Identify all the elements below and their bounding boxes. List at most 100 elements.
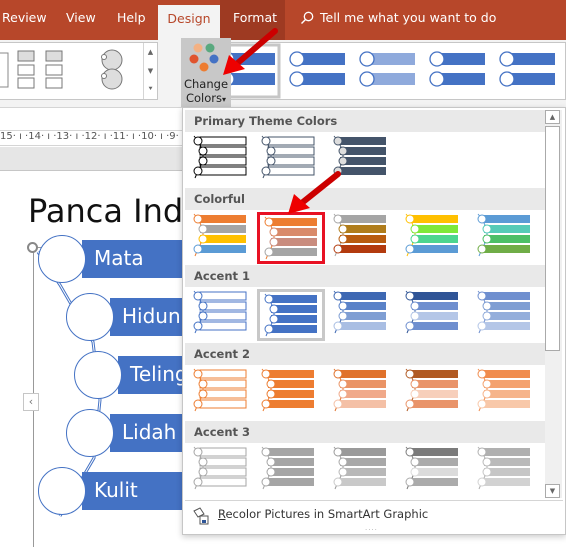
color-swatch-dark-1-outline[interactable]: [189, 134, 257, 186]
swatch-preview: [333, 290, 386, 334]
smartart-style-thumbnails: [213, 43, 555, 99]
change-colors-button[interactable]: Change Colors▾: [181, 38, 231, 107]
color-swatch-accent2-gradient-range[interactable]: [329, 367, 397, 419]
palette-icon: [189, 43, 219, 72]
section-header: Colorful: [185, 188, 545, 210]
color-swatch-accent3-outline[interactable]: [189, 445, 257, 497]
color-swatch-accent2-outline[interactable]: [189, 367, 257, 419]
color-swatch-accent1-gradient-loop[interactable]: [401, 289, 469, 341]
section-header: Primary Theme Colors: [185, 110, 545, 132]
tab-format[interactable]: Format: [233, 10, 277, 25]
smartart-style-thumb[interactable]: [499, 51, 555, 87]
swatch-preview: [405, 213, 458, 257]
swatch-preview: [264, 293, 317, 337]
change-colors-label-1: Change: [183, 77, 229, 91]
palette-dot: [209, 54, 219, 64]
smartart-item[interactable]: Mata: [82, 240, 183, 278]
change-colors-label-2: Colors: [185, 91, 222, 105]
color-swatch-colorful-range-accent-5-to-6[interactable]: [473, 212, 541, 264]
color-swatch-accent2-transparent-gradient[interactable]: [473, 367, 541, 419]
layout-thumbnails: [0, 49, 123, 90]
tell-me-search[interactable]: Tell me what you want to do: [300, 10, 496, 25]
smartart-style-thumb[interactable]: [429, 51, 485, 87]
color-swatch-dark-2-outline[interactable]: [257, 134, 325, 186]
color-swatch-colorful-range-accent-4-to-5[interactable]: [401, 212, 469, 264]
color-swatch-accent2-colored-fill[interactable]: [257, 367, 325, 419]
layouts-gallery-scroll: ▲ ▼ ⯆: [143, 43, 157, 99]
scroll-down-button[interactable]: ▼: [545, 484, 560, 498]
tab-design[interactable]: Design: [158, 5, 220, 40]
smartart-item-text: Lidah: [122, 420, 177, 444]
section-header: Accent 1: [185, 265, 545, 287]
layout-thumb-hierarchy-partial[interactable]: [0, 52, 9, 88]
palette-dot: [199, 62, 209, 72]
swatch-preview: [477, 290, 530, 334]
color-swatch-colorful-range-accent-3-to-4[interactable]: [329, 212, 397, 264]
layout-thumb-circles[interactable]: [101, 49, 123, 90]
tab-review[interactable]: Review: [2, 10, 47, 25]
search-icon: [301, 11, 314, 24]
gallery-scroll-up[interactable]: ▲: [144, 43, 157, 62]
color-swatch-accent3-gradient-range[interactable]: [329, 445, 397, 497]
palette-dot: [205, 43, 215, 53]
color-swatch-accent3-gradient-loop[interactable]: [401, 445, 469, 497]
tab-view[interactable]: View: [66, 10, 96, 25]
color-swatch-colorful-accent-colors[interactable]: [189, 212, 257, 264]
tell-me-text: Tell me what you want to do: [320, 10, 497, 25]
swatch-preview: [261, 446, 314, 490]
smartart-item-text: Kulit: [94, 478, 138, 502]
chevron-down-icon: ▾: [222, 95, 227, 104]
layout-thumb-hierarchy-1[interactable]: [17, 50, 63, 89]
recolor-pictures-menu-item[interactable]: Recolor Pictures in SmartArt Graphic ...…: [185, 500, 563, 534]
recolor-pictures-icon: [193, 507, 209, 525]
swatch-preview: [193, 446, 247, 490]
smartart-item[interactable]: Teling: [118, 356, 183, 394]
palette-dot: [193, 43, 203, 53]
swatch-preview: [405, 368, 458, 412]
recolor-label-text: ecolor Pictures in SmartArt Graphic: [225, 507, 429, 521]
color-swatch-accent1-gradient-range[interactable]: [329, 289, 397, 341]
scroll-up-button[interactable]: ▲: [545, 110, 560, 124]
swatch-preview: [333, 135, 386, 179]
swatch-preview: [261, 368, 314, 412]
swatch-preview: [477, 213, 530, 257]
gallery-scroll-down[interactable]: ▼: [144, 62, 157, 81]
color-swatch-dark-2-fill[interactable]: [329, 134, 397, 186]
swatch-preview: [193, 368, 247, 412]
swatch-preview: [405, 446, 458, 490]
smartart-item[interactable]: Kulit: [82, 472, 183, 510]
swatch-preview: [193, 290, 247, 334]
recolor-pictures-label: Recolor Pictures in SmartArt Graphic: [218, 507, 428, 521]
color-swatch-accent3-transparent-gradient[interactable]: [473, 445, 541, 497]
layouts-gallery: ▲ ▼ ⯆: [0, 42, 158, 100]
smartart-style-thumb[interactable]: [359, 51, 415, 87]
section-header: Accent 2: [185, 343, 545, 365]
color-swatch-colorful-range-accent-2-to-3[interactable]: [257, 212, 325, 264]
text-pane-toggle[interactable]: ‹: [23, 393, 39, 411]
swatch-preview: [193, 213, 246, 257]
smartart-item-circle[interactable]: [38, 467, 86, 515]
smartart-item[interactable]: Lidah: [110, 414, 183, 452]
scroll-thumb[interactable]: [545, 126, 560, 351]
ribbon-tab-bar: Review View Help Design Format Tell me w…: [0, 0, 566, 40]
color-swatch-accent1-outline[interactable]: [189, 289, 257, 341]
ruler-ticks: 15· ı ·14· ı ·13· ı ·12· ı ·11· ı ·10· ı…: [0, 131, 183, 142]
color-swatch-accent2-gradient-loop[interactable]: [401, 367, 469, 419]
smartart-item-circle[interactable]: [74, 351, 122, 399]
smartart-style-thumb[interactable]: [289, 51, 345, 87]
smartart-item[interactable]: Hidun: [110, 298, 183, 336]
color-swatch-accent1-colored-fill[interactable]: [257, 289, 325, 341]
gallery-more[interactable]: ⯆: [144, 80, 157, 99]
smartart-item-circle[interactable]: [38, 235, 86, 283]
change-colors-label-2-wrap: Colors▾: [181, 91, 231, 107]
color-swatch-accent3-colored-fill[interactable]: [257, 445, 325, 497]
color-swatch-accent1-transparent-gradient[interactable]: [473, 289, 541, 341]
smartart-item-circle[interactable]: [66, 409, 114, 457]
dropdown-scrollbar[interactable]: ▲ ▼: [545, 110, 562, 498]
section-header: Accent 3: [185, 421, 545, 443]
tab-help[interactable]: Help: [117, 10, 146, 25]
slide-canvas: Panca Ind Mata Hidun Teling Lidah Kulit: [0, 172, 193, 547]
swatch-preview: [405, 290, 458, 334]
resize-grip[interactable]: ....: [365, 524, 378, 532]
smartart-item-circle[interactable]: [66, 293, 114, 341]
